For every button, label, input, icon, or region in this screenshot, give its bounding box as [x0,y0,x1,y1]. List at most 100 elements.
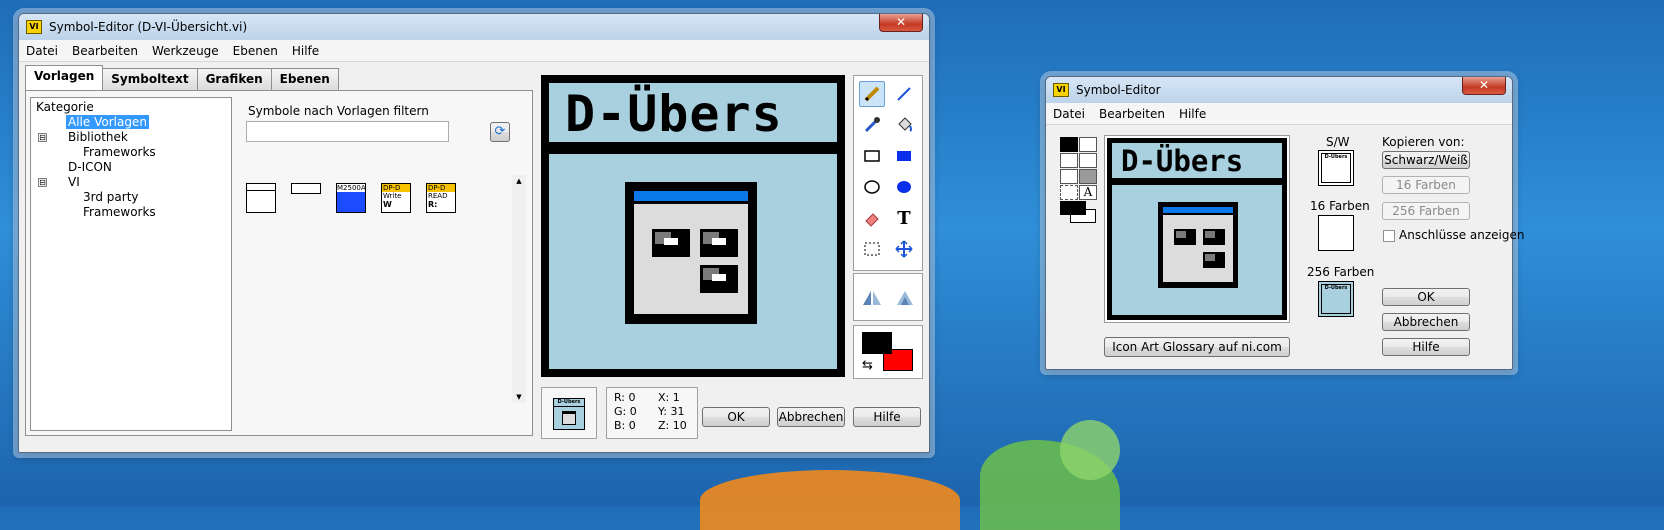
text-icon[interactable]: T [891,205,917,231]
sw-thumbnail[interactable]: D-Übers [1318,150,1354,186]
tree-item-3rd-party[interactable]: 3rd party [83,190,139,204]
green-value: G: 0 [614,405,637,418]
color-palette: ⇆ [853,325,923,379]
tab-vorlagen[interactable]: Vorlagen [25,65,104,90]
refresh-icon: ⟳ [494,124,506,139]
icon-preview-thumbnail: D-Übers [553,398,585,430]
scroll-down-icon[interactable]: ▼ [512,393,526,401]
show-terminals-checkbox[interactable] [1383,230,1395,242]
help-button[interactable]: Hilfe [853,407,921,427]
fill-icon[interactable] [891,112,917,138]
256-colors-thumbnail[interactable]: D-Übers [1318,281,1354,317]
pencil-icon[interactable] [1060,137,1078,152]
preview-box: D-Übers [541,387,597,439]
pencil-icon[interactable] [859,81,885,107]
mini-tool-palette: A [1060,137,1098,231]
collapse-icon[interactable]: ⊟ [38,178,47,187]
flip-vertical-icon[interactable] [891,284,917,310]
template-blank-large[interactable] [246,183,276,213]
copy-16-colors-button[interactable]: 16 Farben [1382,176,1470,194]
category-tree[interactable]: Kategorie Alle Vorlagen ⊟ Bibliothek Fra… [30,97,232,431]
foreground-color-swatch[interactable] [1060,201,1086,215]
pixel-readout: R: 0 G: 0 B: 0 X: 1 Y: 31 Z: 10 [606,387,698,439]
close-button[interactable]: ✕ [1462,77,1506,95]
flip-horizontal-icon[interactable] [859,284,885,310]
x-value: X: 1 [658,391,680,404]
tab-ebenen[interactable]: Ebenen [270,68,339,90]
menu-hilfe[interactable]: Hilfe [1172,107,1213,121]
line-icon[interactable] [891,81,917,107]
tool-palette: T [853,75,923,271]
filled-ellipse-icon[interactable] [891,174,917,200]
filter-input[interactable] [246,121,449,142]
icon-art-glossary-button[interactable]: Icon Art Glossary auf ni.com [1104,337,1290,357]
tree-item-bibliothek[interactable]: Bibliothek [68,130,128,144]
move-icon[interactable] [891,236,917,262]
menu-bearbeiten[interactable]: Bearbeiten [1092,107,1172,121]
cancel-button[interactable]: Abbrechen [1382,313,1470,331]
menu-ebenen[interactable]: Ebenen [226,44,285,58]
sw-label: S/W [1326,135,1350,149]
template-m2500a[interactable]: M2500A [336,183,366,213]
ok-button[interactable]: OK [1382,288,1470,306]
copy-256-colors-button[interactable]: 256 Farben [1382,202,1470,220]
tree-item-alle-vorlagen[interactable]: Alle Vorlagen [66,115,149,129]
tree-item-vi[interactable]: VI [68,175,80,189]
refresh-button[interactable]: ⟳ [490,122,510,142]
template-blank-small[interactable] [291,183,321,194]
template-dp-d-read[interactable]: DP-D READ R: [426,183,456,213]
close-button[interactable]: ✕ [879,14,923,32]
text-icon[interactable]: A [1079,185,1097,200]
blue-value: B: 0 [614,419,636,432]
window-title: Symbol-Editor (D-VI-Übersicht.vi) [49,20,248,34]
tree-item-frameworks[interactable]: Frameworks [83,145,156,159]
template-scrollbar[interactable]: ▲ ▼ [512,175,526,403]
eraser-icon[interactable] [859,205,885,231]
foreground-color-swatch[interactable] [862,332,892,354]
menu-hilfe[interactable]: Hilfe [285,44,326,58]
help-button[interactable]: Hilfe [1382,338,1470,356]
cancel-button[interactable]: Abbrechen [777,407,845,427]
rectangle-icon[interactable] [1060,169,1078,184]
dropper-icon[interactable] [1060,153,1078,168]
icon-header-text: D-Übers [565,85,783,143]
rectangle-icon[interactable] [859,143,885,169]
title-bar[interactable]: VI Symbol-Editor (D-VI-Übersicht.vi) ✕ [19,14,929,40]
tab-symboltext[interactable]: Symboltext [102,68,198,90]
copy-bw-button[interactable]: Schwarz/Weiß [1382,151,1470,169]
icon-header-text: D-Übers [1121,144,1244,178]
16-colors-thumbnail[interactable] [1318,215,1354,251]
menu-werkzeuge[interactable]: Werkzeuge [145,44,226,58]
show-terminals-label: Anschlüsse anzeigen [1399,228,1525,242]
menu-datei[interactable]: Datei [19,44,65,58]
tree-item-d-icon[interactable]: D-ICON [68,160,112,174]
menu-datei[interactable]: Datei [1046,107,1092,121]
menu-bar: Datei Bearbeiten Hilfe [1046,103,1512,125]
red-value: R: 0 [614,391,636,404]
ellipse-icon[interactable] [859,174,885,200]
dropper-icon[interactable] [859,112,885,138]
ok-button[interactable]: OK [702,407,770,427]
template-dp-d-write[interactable]: DP-D Write W [381,183,411,213]
labview-icon: VI [1053,83,1069,97]
tree-header: Kategorie [36,100,94,114]
collapse-icon[interactable]: ⊟ [38,133,47,142]
template-list[interactable]: M2500A DP-D Write W DP-D READ R: [244,173,526,405]
16-colors-label: 16 Farben [1310,199,1370,213]
filled-rectangle-icon[interactable] [891,143,917,169]
tree-item-frameworks-vi[interactable]: Frameworks [83,205,156,219]
icon-editing-canvas[interactable]: D-Übers [1104,135,1290,323]
menu-bearbeiten[interactable]: Bearbeiten [65,44,145,58]
filled-rectangle-icon[interactable] [1079,169,1097,184]
filter-label: Symbole nach Vorlagen filtern [248,104,429,118]
title-bar[interactable]: VI Symbol-Editor ✕ [1046,77,1512,103]
icon-editing-canvas[interactable]: D-Übers [541,75,845,377]
tab-grafiken[interactable]: Grafiken [196,68,272,90]
scroll-up-icon[interactable]: ▲ [512,177,526,185]
fill-icon[interactable] [1079,153,1097,168]
select-icon[interactable] [859,236,885,262]
symbol-editor-main-window: VI Symbol-Editor (D-VI-Übersicht.vi) ✕ D… [18,13,930,453]
line-icon[interactable] [1079,137,1097,152]
select-icon[interactable] [1060,185,1078,200]
swap-colors-icon[interactable]: ⇆ [862,358,873,373]
